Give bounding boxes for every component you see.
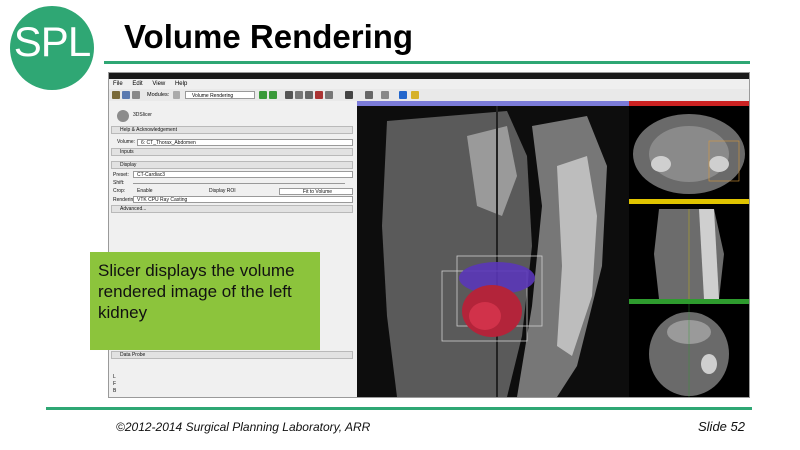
green-slice-image: [629, 304, 749, 397]
preset-label: Preset:: [113, 172, 129, 178]
editor-module-icon[interactable]: [315, 91, 323, 99]
slicer-logo-label: 3DSlicer: [133, 112, 152, 118]
models-module-icon[interactable]: [305, 91, 313, 99]
volume-label: Volume:: [117, 139, 136, 145]
section-display[interactable]: Display: [111, 161, 353, 169]
callout-text: Slicer displays the volume rendered imag…: [98, 261, 295, 322]
3d-view[interactable]: [357, 101, 629, 397]
screenshot-icon[interactable]: [132, 91, 140, 99]
footer-rule: [46, 407, 752, 410]
crop-label: Crop:: [113, 188, 126, 194]
section-advanced[interactable]: Advanced...: [111, 205, 353, 213]
modules-label: Modules:: [147, 92, 170, 98]
search-icon[interactable]: [173, 91, 180, 99]
section-data-probe[interactable]: Data Probe: [111, 351, 353, 359]
menu-view[interactable]: View: [152, 81, 165, 87]
mouse-mode-icon[interactable]: [365, 91, 373, 99]
slide-title: Volume Rendering: [124, 18, 414, 55]
menu-file[interactable]: File: [113, 81, 123, 87]
enable-checkbox[interactable]: Enable: [137, 187, 153, 195]
preset-select[interactable]: CT-Cardiac3: [133, 171, 353, 178]
header-rule: [104, 61, 750, 64]
module-select[interactable]: Volume Rendering: [185, 91, 255, 99]
layout-icon[interactable]: [345, 91, 353, 99]
shift-slider-track[interactable]: [133, 183, 345, 184]
python-console-icon[interactable]: [411, 91, 419, 99]
probe-line-b: B: [113, 388, 117, 394]
volume-select[interactable]: 6: CT_Thorax_Abdomen: [137, 139, 353, 146]
volumes-module-icon[interactable]: [295, 91, 303, 99]
next-module-icon[interactable]: [259, 91, 267, 99]
transforms-module-icon[interactable]: [325, 91, 333, 99]
prev-module-icon[interactable]: [269, 91, 277, 99]
green-slice-view[interactable]: [629, 299, 749, 397]
menu-help[interactable]: Help: [175, 81, 187, 87]
rendering-select[interactable]: VTK CPU Ray Casting: [133, 196, 353, 203]
fit-to-volume-button[interactable]: Fit to Volume: [279, 188, 353, 195]
menu-bar: File Edit View Help: [109, 79, 749, 89]
menu-edit[interactable]: Edit: [132, 81, 142, 87]
red-slice-image: [629, 106, 749, 199]
shift-label: Shift:: [113, 180, 125, 186]
section-help[interactable]: Help & Acknowledgement: [111, 126, 353, 134]
yellow-slice-image: [629, 204, 749, 299]
copyright-text: ©2012-2014 Surgical Planning Laboratory,…: [116, 420, 371, 434]
spl-logo-text: SPL: [13, 18, 91, 65]
3d-view-render: [357, 106, 629, 397]
crosshair-icon[interactable]: [381, 91, 389, 99]
slide-number: Slide 52: [698, 419, 745, 434]
section-inputs[interactable]: Inputs: [111, 148, 353, 156]
yellow-slice-view[interactable]: [629, 199, 749, 299]
display-roi-toggle[interactable]: Display ROI: [209, 187, 236, 195]
module-panel: 3DSlicer Help & Acknowledgement Volume: …: [109, 101, 357, 397]
red-slice-view[interactable]: [629, 101, 749, 199]
slicer-logo-icon: [117, 110, 129, 122]
extension-manager-icon[interactable]: [399, 91, 407, 99]
save-icon[interactable]: [122, 91, 130, 99]
data-module-icon[interactable]: [285, 91, 293, 99]
load-data-icon[interactable]: [112, 91, 120, 99]
